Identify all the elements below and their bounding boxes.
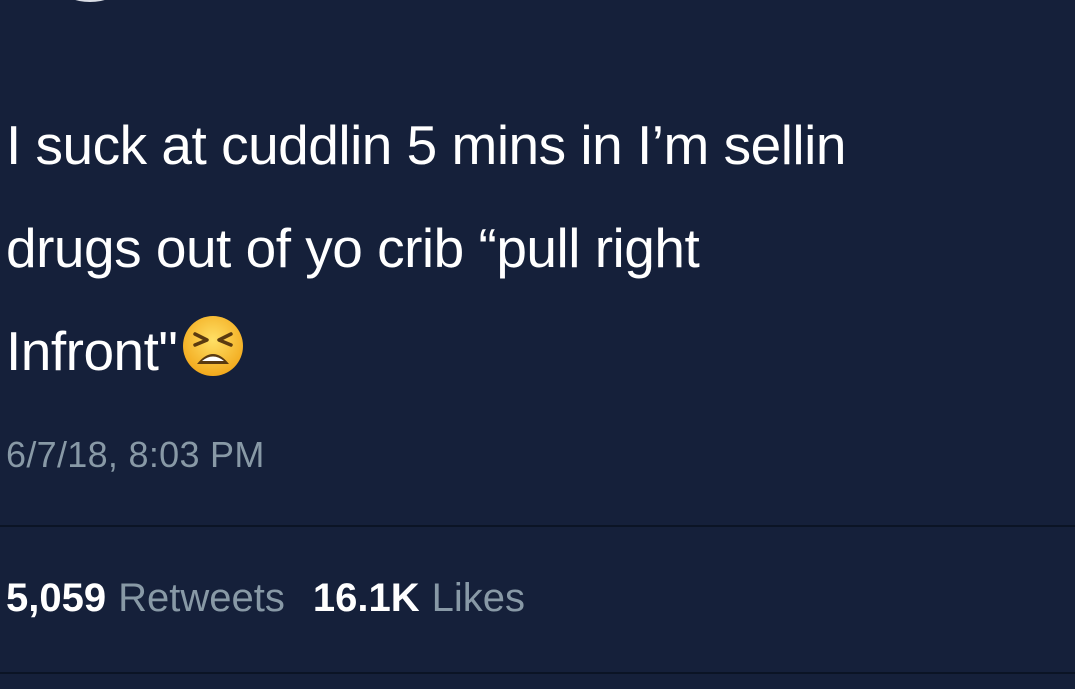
tweet-text-line-3: Infront" (6, 296, 1066, 407)
retweets-count: 5,059 (6, 576, 107, 620)
divider (0, 672, 1075, 674)
retweets-stat[interactable]: 5,059 Retweets (6, 576, 285, 621)
tweet-body: I suck at cuddlin 5 mins in I’m sellin d… (6, 98, 1066, 407)
tweet-stats: 5,059 Retweets 16.1K Likes (6, 576, 553, 621)
tweet-text-line-2: drugs out of yo crib “pull right (6, 217, 700, 279)
tweet-timestamp[interactable]: 6/7/18, 8:03 PM (6, 434, 265, 476)
retweets-label: Retweets (118, 576, 285, 620)
author-avatar[interactable] (35, 0, 145, 2)
likes-count: 16.1K (312, 576, 420, 620)
tweet-text-line-3-text: Infront" (6, 320, 178, 382)
tired-face-emoji-icon (183, 316, 244, 376)
likes-stat[interactable]: 16.1K Likes (313, 576, 525, 621)
likes-label: Likes (431, 576, 525, 620)
tweet-text-line-1: I suck at cuddlin 5 mins in I’m sellin (6, 114, 846, 176)
divider (0, 525, 1075, 527)
